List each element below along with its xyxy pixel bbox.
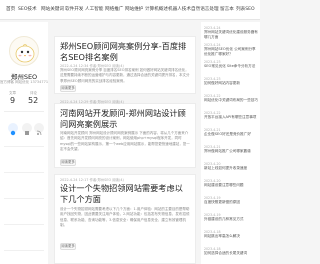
recent-post-title[interactable]: 网站跳出率高怎么解决: [204, 234, 259, 239]
nav-item[interactable]: 列表SEO: [236, 6, 255, 12]
read-more-button[interactable]: 阅读更多: [60, 159, 76, 166]
article-title[interactable]: 郑州SEO顾问网亮案例分享-百度排名SEO排名案例: [60, 41, 190, 62]
rss-icon[interactable]: [34, 123, 44, 136]
article-excerpt: 河南网站开发顾问 郑州网站设计顾问网亮案例展示 下面的内容，将从几个方面来介绍：…: [60, 131, 190, 152]
recent-post-item[interactable]: 2023-4-19 外链建设的几种常见方式: [204, 213, 259, 222]
recent-post-title[interactable]: 企业做SEO好还是竞价推广好: [204, 132, 259, 137]
nav-item[interactable]: SEO技术: [18, 6, 37, 12]
article-title[interactable]: 设计一个失物招领网站需要考虑以下几个方面: [60, 183, 190, 204]
recent-post-item[interactable]: 2023-4-19 百度快照更新慢的原因: [204, 196, 259, 205]
site-subtitle: 官方博客 网站优化 13734771294: [0, 80, 48, 84]
recent-post-item[interactable]: 2023-4-21 企业做SEO好还是竞价推广好: [204, 128, 259, 137]
avatar[interactable]: [9, 36, 39, 66]
recent-post-title[interactable]: 郑州做网站推广公司哪家靠谱: [204, 149, 259, 154]
recent-post-title[interactable]: 新站上线如何提升收录速度: [204, 166, 259, 171]
recent-post-title[interactable]: 百度快照更新慢的原因: [204, 200, 259, 205]
recent-post-title[interactable]: 外链建设的几种常见方式: [204, 217, 259, 222]
recent-post-title[interactable]: 开放平台接入API有哪些注意事项: [204, 115, 259, 120]
divider: [4, 172, 44, 173]
recent-post-item[interactable]: 2023-4-18 如何选择合适的长尾关键词: [204, 247, 259, 256]
recent-post-item[interactable]: 2023-4-24 郑州网站关键词优化建设服务器有哪几方面: [204, 26, 259, 40]
nav-item[interactable]: 人工智能: [85, 6, 103, 12]
divider: [4, 111, 44, 112]
stat-value-comments: 52: [28, 96, 39, 105]
recent-post-title[interactable]: 郑州网站SEO优化 公司案例分享 优化推广哪家好？: [204, 47, 259, 57]
top-nav: 首页 SEO技术 网站关键词 软件开发 人工智能 网络推广 网站维护 计算机概述…: [0, 0, 260, 20]
divider: [4, 250, 44, 251]
recent-post-title[interactable]: 网站优化中关键词布局的一些技巧: [204, 98, 259, 103]
recent-post-item[interactable]: 2023-4-22 开放平台接入API有哪些注意事项: [204, 111, 259, 120]
recent-post-title[interactable]: 如何做好网站内容更新: [204, 81, 259, 86]
link-icon[interactable]: [22, 123, 32, 135]
recent-post-item[interactable]: 2023-4-21 郑州做网站推广公司哪家靠谱: [204, 145, 259, 154]
recent-post-item[interactable]: 2023-4-24 郑州网站SEO优化 公司案例分享 优化推广哪家好？: [204, 43, 259, 57]
read-more-button[interactable]: 阅读更多: [60, 243, 76, 250]
recent-post-item[interactable]: 2023-4-18 网站跳出率高怎么解决: [204, 230, 259, 239]
recent-post-item[interactable]: 2023-4-20 网站建设要注意哪些问题: [204, 179, 259, 188]
recent-posts-sidebar: 2023-4-24 郑州网站关键词优化建设服务器有哪几方面 2023-4-24 …: [201, 22, 260, 264]
nav-item[interactable]: 机器人技术: [168, 6, 191, 12]
divider: [4, 146, 44, 147]
recent-post-item[interactable]: 2023-4-23 如何做好网站内容更新: [204, 77, 259, 86]
nav-item[interactable]: 软件开发: [65, 6, 83, 12]
nav-item[interactable]: 网站关键词: [41, 6, 64, 12]
share-icon[interactable]: [8, 123, 18, 136]
nav-item[interactable]: 网络推广: [105, 6, 123, 12]
read-more-button[interactable]: 阅读更多: [60, 85, 76, 92]
nav-item[interactable]: 自然语言处理: [191, 6, 219, 12]
recent-post-title[interactable]: 郑州网站关键词优化建设服务器有哪几方面: [204, 30, 259, 40]
recent-post-title[interactable]: SEO常见优化 Site命令分析方法: [204, 64, 259, 69]
article-card: 河南网站开发顾问-郑州网站设计顾问网亮案例展示 2022-4-24 12:29 …: [54, 100, 196, 168]
article-card: 2022-4-24 12:17 作者:郑州SEO 阅读(4) 设计一个失物招领网…: [54, 174, 196, 264]
nav-item[interactable]: 首页: [6, 6, 15, 12]
divider: [4, 224, 44, 225]
recent-post-item[interactable]: 2023-4-23 SEO常见优化 Site命令分析方法: [204, 60, 259, 69]
profile-sidebar: 郑州SEO 官方博客 网站优化 13734771294 文章 9 评论 52: [0, 22, 48, 264]
article-title[interactable]: 河南网站开发顾问-郑州网站设计顾问网亮案例展示: [60, 108, 190, 129]
recent-post-item[interactable]: 2023-4-20 新站上线如何提升收录速度: [204, 162, 259, 171]
nav-item[interactable]: 网站维护: [125, 6, 143, 12]
article-meta: 2022-4-24 12:29 作者:郑州SEO 阅读(4): [60, 100, 124, 104]
recent-post-item[interactable]: 2023-4-22 网站优化中关键词布局的一些技巧: [204, 94, 259, 103]
article-meta: 2022-4-24 12:17 作者:郑州SEO 阅读(4): [60, 178, 124, 182]
article-excerpt: 设计一个失物招领网站需要考虑以下几个方面：1.用户体验：网站的主要目的是帮助用户…: [60, 207, 190, 228]
article-excerpt: 郑州SEO顾问网亮案例分享 百度排名SEO排名案例 如何做好网站关键词排名优化，…: [60, 68, 190, 83]
article-card: 郑州SEO顾问网亮案例分享-百度排名SEO排名案例 2022-4-24 12:3…: [54, 36, 196, 94]
stat-value-posts: 9: [10, 96, 16, 105]
nav-item[interactable]: 计算机概述: [145, 6, 168, 12]
recent-post-title[interactable]: 网站建设要注意哪些问题: [204, 183, 259, 188]
recent-post-title[interactable]: 如何选择合适的长尾关键词: [204, 251, 259, 256]
nav-item[interactable]: 留言本: [220, 6, 234, 12]
chick-mascot-icon: [15, 44, 35, 63]
divider: [4, 198, 44, 199]
